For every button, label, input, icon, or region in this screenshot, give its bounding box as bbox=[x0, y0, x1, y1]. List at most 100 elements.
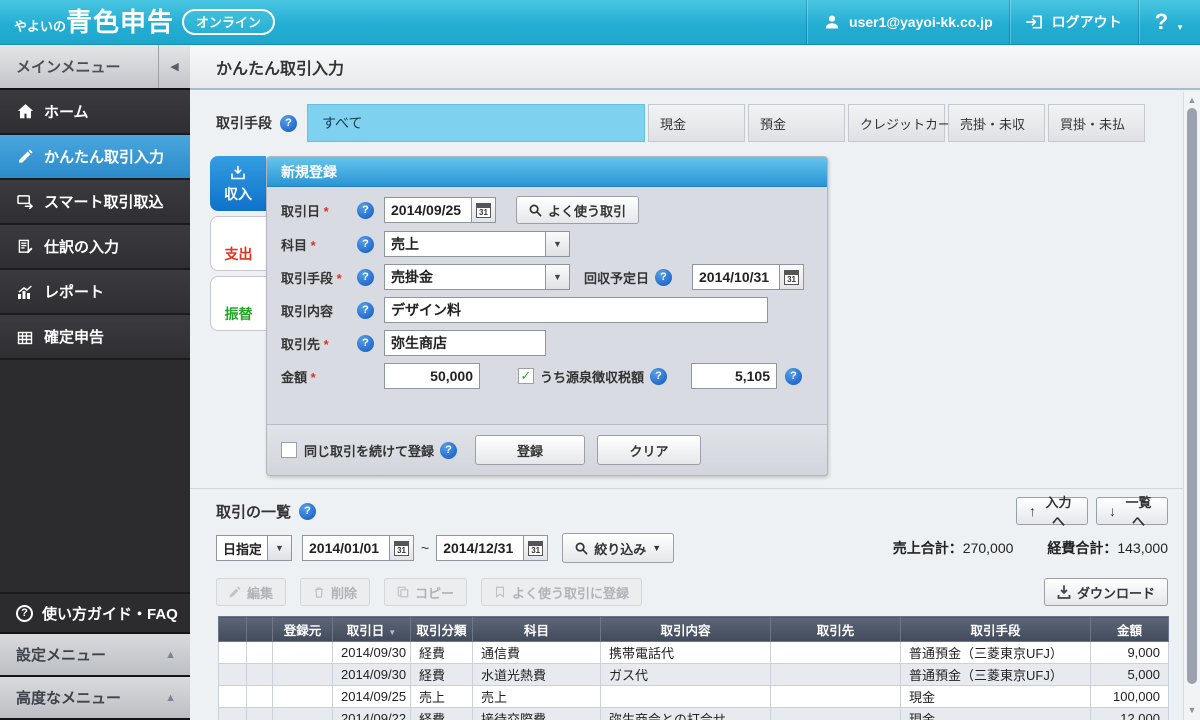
submit-button[interactable]: 登録 bbox=[475, 435, 585, 465]
col-date[interactable]: 取引日▼ bbox=[333, 617, 411, 642]
top-app-bar: やよいの 青色申告 オンライン user1@yayoi-kk.co.jp ログア… bbox=[0, 0, 1200, 45]
home-icon bbox=[16, 103, 34, 121]
client-row: 取引先 * ? bbox=[281, 330, 813, 356]
table-row[interactable]: 2014/09/30経費 通信費携帯電話代 普通預金（三菱東京UFJ） 9,00… bbox=[219, 642, 1169, 664]
collect-date-input[interactable] bbox=[692, 264, 780, 290]
amount-row: 金額 * うち源泉徴収税額 ? ? bbox=[281, 363, 813, 389]
vertical-scrollbar[interactable]: ▲ ▼ bbox=[1183, 92, 1200, 720]
clear-button[interactable]: クリア bbox=[597, 435, 701, 465]
logout-button[interactable]: ログアウト bbox=[1009, 0, 1138, 44]
period-type-select[interactable] bbox=[216, 535, 268, 561]
delete-button[interactable]: 削除 bbox=[300, 578, 370, 606]
description-row: 取引内容 ? bbox=[281, 297, 813, 323]
account-select[interactable] bbox=[384, 231, 546, 257]
method-tab-all[interactable]: すべて bbox=[307, 104, 645, 142]
filter-button[interactable]: 絞り込み ▼ bbox=[562, 533, 674, 563]
sidebar-item-guide-faq[interactable]: ? 使い方ガイド・FAQ bbox=[0, 594, 190, 634]
col-client[interactable]: 取引先 bbox=[771, 617, 901, 642]
scrollbar-thumb[interactable] bbox=[1187, 108, 1197, 684]
date-from-input[interactable] bbox=[302, 535, 390, 561]
method-tab-cash[interactable]: 現金 bbox=[648, 104, 745, 142]
help-icon: ? bbox=[1155, 9, 1168, 35]
date-to-input[interactable] bbox=[436, 535, 524, 561]
help-menu-button[interactable]: ? ▼ bbox=[1138, 0, 1200, 44]
table-row[interactable]: 2014/09/30経費 水道光熱費ガス代 普通預金（三菱東京UFJ） 5,00… bbox=[219, 664, 1169, 686]
help-circle-icon[interactable]: ? bbox=[357, 269, 374, 286]
register-frequent-button[interactable]: よく使う取引に登録 bbox=[481, 578, 642, 606]
app-logo: やよいの 青色申告 オンライン bbox=[0, 9, 275, 35]
search-icon bbox=[529, 204, 542, 217]
sidebar-item-easy-entry[interactable]: かんたん取引入力 bbox=[0, 135, 190, 180]
scroll-down-icon[interactable]: ▼ bbox=[1184, 705, 1200, 715]
continue-checkbox[interactable] bbox=[281, 442, 297, 458]
help-circle-icon[interactable]: ? bbox=[785, 368, 802, 385]
required-mark: * bbox=[324, 204, 329, 219]
col-method[interactable]: 取引手段 bbox=[901, 617, 1091, 642]
method-tab-deposit[interactable]: 預金 bbox=[748, 104, 845, 142]
col-subject[interactable]: 科目 bbox=[473, 617, 601, 642]
calendar-icon[interactable]: 31 bbox=[524, 535, 548, 561]
page-title: かんたん取引入力 bbox=[216, 55, 344, 79]
copy-button[interactable]: コピー bbox=[384, 578, 467, 606]
calendar-icon[interactable]: 31 bbox=[390, 535, 414, 561]
download-button[interactable]: ダウンロード bbox=[1044, 578, 1168, 606]
list-title: 取引の一覧 bbox=[216, 501, 291, 522]
table-row[interactable]: 2014/09/25売上 売上 現金 100,000 bbox=[219, 686, 1169, 708]
method-tab-credit-card[interactable]: クレジットカード bbox=[848, 104, 945, 142]
calendar-icon[interactable]: 31 bbox=[780, 264, 804, 290]
help-circle-icon[interactable]: ? bbox=[299, 503, 316, 520]
help-circle-icon[interactable]: ? bbox=[357, 236, 374, 253]
to-input-button[interactable]: ↑入力へ bbox=[1016, 497, 1088, 525]
trade-date-input[interactable] bbox=[384, 197, 472, 223]
transfer-icon bbox=[230, 284, 248, 302]
entry-type-tabs: 収入 支出 振替 bbox=[210, 156, 266, 476]
sidebar-item-tax-return[interactable]: 確定申告 bbox=[0, 315, 190, 360]
tab-income[interactable]: 収入 bbox=[210, 156, 266, 211]
dropdown-arrow-icon[interactable]: ▼ bbox=[268, 535, 292, 561]
help-circle-icon[interactable]: ? bbox=[357, 335, 374, 352]
content-area: 取引手段 ? すべて 現金 預金 クレジットカード 売掛・未収 買掛・未払 収入 bbox=[190, 92, 1183, 720]
col-amount[interactable]: 金額 bbox=[1091, 617, 1169, 642]
client-input[interactable] bbox=[384, 330, 546, 356]
help-circle-icon[interactable]: ? bbox=[655, 269, 672, 286]
sidebar-advanced-menu[interactable]: 高度なメニュー ▲ bbox=[0, 677, 190, 720]
withholding-input[interactable] bbox=[691, 363, 777, 389]
tab-transfer[interactable]: 振替 bbox=[210, 276, 266, 331]
tab-expense[interactable]: 支出 bbox=[210, 216, 266, 271]
sidebar-header: メインメニュー ◀ bbox=[0, 45, 190, 90]
description-input[interactable] bbox=[384, 297, 768, 323]
to-list-button[interactable]: ↓一覧へ bbox=[1096, 497, 1168, 525]
tax-return-icon bbox=[16, 328, 34, 346]
help-circle-icon[interactable]: ? bbox=[280, 115, 297, 132]
dropdown-arrow-icon[interactable]: ▼ bbox=[546, 264, 570, 290]
frequent-transactions-button[interactable]: よく使う取引 bbox=[516, 196, 639, 224]
chevron-up-icon: ▲ bbox=[165, 649, 176, 661]
sidebar-item-home[interactable]: ホーム bbox=[0, 90, 190, 135]
edit-button[interactable]: 編集 bbox=[216, 578, 286, 606]
calendar-icon[interactable]: 31 bbox=[472, 197, 496, 223]
method-tab-receivable[interactable]: 売掛・未収 bbox=[948, 104, 1045, 142]
sidebar-settings-menu[interactable]: 設定メニュー ▲ bbox=[0, 634, 190, 677]
help-circle-icon[interactable]: ? bbox=[357, 302, 374, 319]
help-circle-icon[interactable]: ? bbox=[357, 202, 374, 219]
sidebar-collapse-button[interactable]: ◀ bbox=[158, 45, 190, 88]
scroll-up-icon[interactable]: ▲ bbox=[1184, 95, 1200, 105]
method-select[interactable] bbox=[384, 264, 546, 290]
chevron-left-icon: ◀ bbox=[170, 60, 178, 73]
logout-icon bbox=[1026, 13, 1044, 31]
amount-input[interactable] bbox=[384, 363, 480, 389]
col-description[interactable]: 取引内容 bbox=[601, 617, 771, 642]
help-circle-icon[interactable]: ? bbox=[650, 368, 667, 385]
col-source[interactable]: 登録元 bbox=[273, 617, 333, 642]
sidebar-item-journal-entry[interactable]: 仕訳の入力 bbox=[0, 225, 190, 270]
col-class[interactable]: 取引分類 bbox=[411, 617, 473, 642]
withholding-checkbox[interactable] bbox=[518, 368, 534, 384]
sidebar-item-smart-import[interactable]: スマート取引取込 bbox=[0, 180, 190, 225]
dropdown-arrow-icon[interactable]: ▼ bbox=[546, 231, 570, 257]
method-tab-payable[interactable]: 買掛・未払 bbox=[1048, 104, 1145, 142]
logo-title: 青色申告 bbox=[66, 9, 174, 35]
sidebar-item-report[interactable]: レポート bbox=[0, 270, 190, 315]
table-row[interactable]: 2014/09/22経費 接待交際費弥生商会との打合せ 現金 12,000 bbox=[219, 708, 1169, 720]
help-circle-icon[interactable]: ? bbox=[440, 442, 457, 459]
arrow-up-icon: ↑ bbox=[1029, 503, 1036, 519]
